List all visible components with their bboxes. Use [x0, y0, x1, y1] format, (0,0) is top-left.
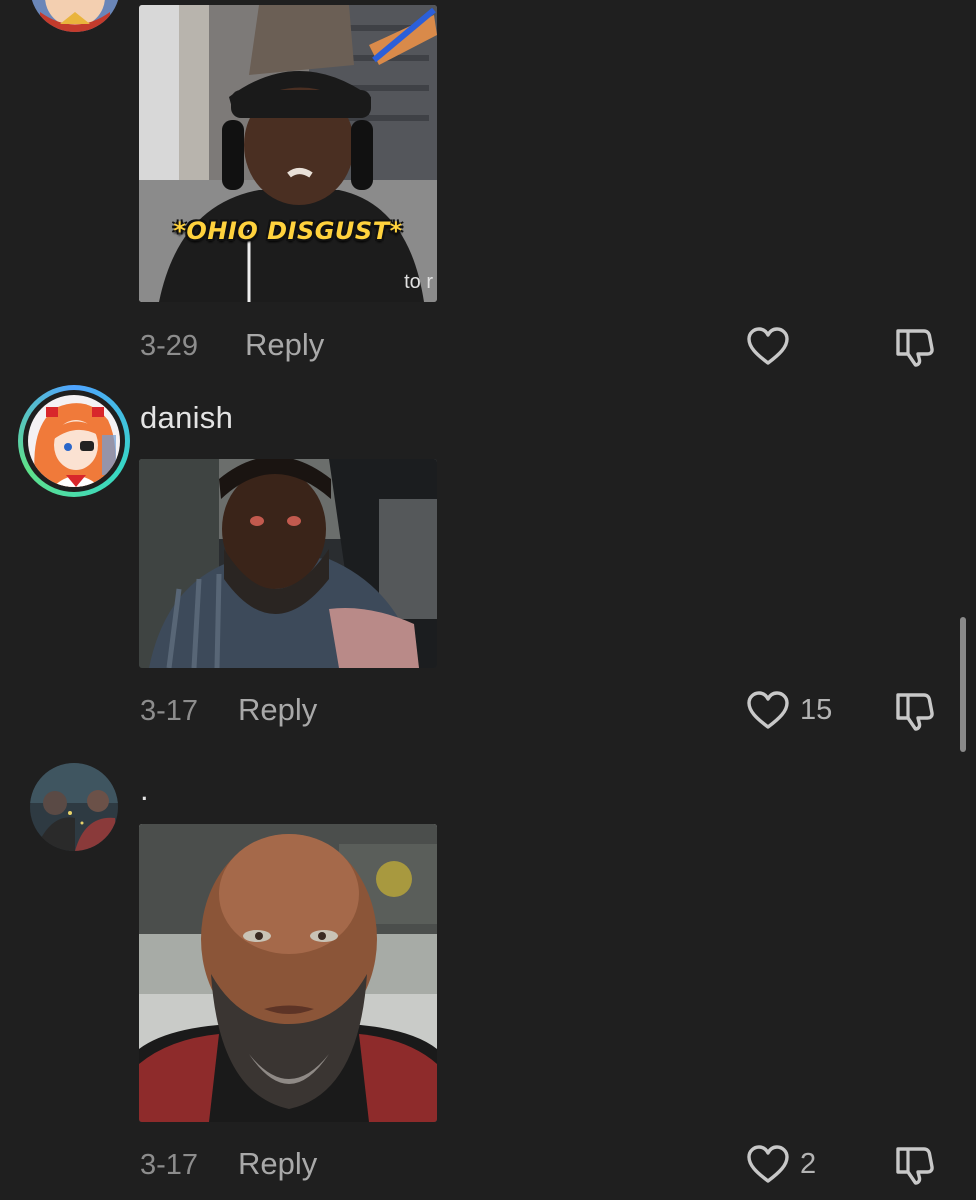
media-caption: *OHIO DISGUST* — [173, 217, 403, 245]
dislike-button[interactable] — [894, 689, 938, 736]
comment-username[interactable]: . — [140, 772, 149, 808]
dislike-button[interactable] — [894, 325, 938, 372]
comment-date: 3-17 — [140, 1149, 199, 1181]
comment-media-image[interactable] — [139, 459, 437, 668]
avatar[interactable] — [30, 763, 118, 851]
thumbs-down-icon — [894, 689, 938, 731]
media-image-man-car — [139, 459, 437, 668]
thumbs-down-icon — [894, 1143, 938, 1185]
media-gif-ohio — [139, 5, 437, 302]
avatar-image — [28, 395, 120, 487]
media-image-bald-man — [139, 824, 437, 1122]
like-count: 15 — [800, 693, 833, 726]
like-button[interactable] — [746, 326, 800, 366]
like-count: 2 — [800, 1147, 817, 1180]
thumbs-down-icon — [894, 325, 938, 367]
heart-icon — [746, 690, 790, 730]
avatar[interactable] — [18, 385, 130, 497]
dislike-button[interactable] — [894, 1143, 938, 1190]
comment-date: 3-29 — [140, 330, 199, 362]
comment-media-image[interactable]: *OHIO DISGUST* to r — [139, 5, 437, 302]
like-button[interactable]: 15 — [746, 690, 832, 730]
heart-icon — [746, 1144, 790, 1184]
like-button[interactable]: 2 — [746, 1144, 816, 1184]
avatar-image — [30, 0, 120, 32]
comment-date: 3-17 — [140, 695, 199, 727]
comment-media-image[interactable] — [139, 824, 437, 1122]
comment-username[interactable]: danish — [140, 400, 233, 436]
reply-button[interactable]: Reply — [238, 1146, 317, 1182]
avatar[interactable] — [30, 0, 120, 32]
heart-icon — [746, 326, 790, 366]
media-subtitle-fragment: to r — [404, 271, 433, 293]
avatar-image — [30, 763, 118, 851]
reply-button[interactable]: Reply — [238, 692, 317, 728]
reply-button[interactable]: Reply — [245, 327, 324, 363]
scrollbar[interactable] — [960, 617, 966, 752]
